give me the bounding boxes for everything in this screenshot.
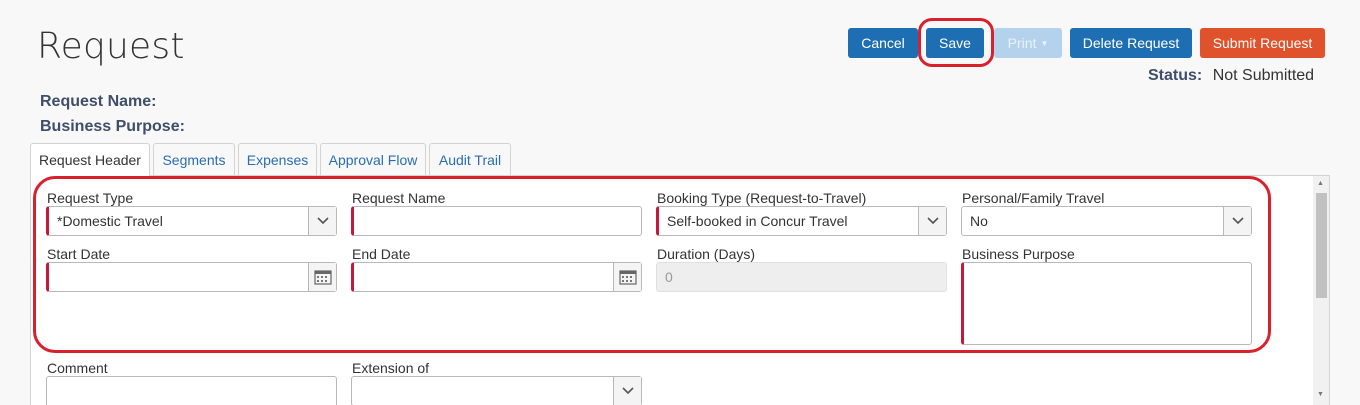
chevron-down-icon[interactable] [613,377,641,405]
business-purpose-summary: Business Purpose: [40,118,185,135]
cancel-button[interactable]: Cancel [848,28,918,58]
extension-of-select[interactable] [351,376,642,405]
extension-of-label: Extension of [352,360,430,376]
tab-segments[interactable]: Segments [153,143,235,175]
print-label: Print [1007,35,1037,51]
comment-textarea[interactable] [46,376,337,405]
vertical-scrollbar[interactable]: ▲ ▼ [1313,176,1329,405]
tab-approval-flow[interactable]: Approval Flow [320,143,426,175]
tab-audit-trail[interactable]: Audit Trail [429,143,511,175]
tab-expenses[interactable]: Expenses [238,143,317,175]
scroll-up-arrow-icon[interactable]: ▲ [1317,180,1324,187]
tab-request-header[interactable]: Request Header [30,143,150,176]
submit-request-button[interactable]: Submit Request [1200,28,1325,58]
request-name-summary: Request Name: [40,93,157,110]
caret-down-icon: ▼ [1040,38,1049,48]
status-value: Not Submitted [1212,67,1315,84]
scroll-down-arrow-icon[interactable]: ▼ [1317,391,1324,398]
print-button[interactable]: Print ▼ [994,28,1062,58]
status-label: Status: [1148,67,1203,84]
scrollbar-thumb[interactable] [1316,193,1327,298]
status: Status: Not Submitted [1148,67,1314,85]
save-highlight-annotation [918,18,994,67]
delete-request-button[interactable]: Delete Request [1070,28,1192,58]
form-highlight-annotation [33,176,1271,353]
comment-label: Comment [47,360,108,376]
page-title: Request [37,26,185,67]
